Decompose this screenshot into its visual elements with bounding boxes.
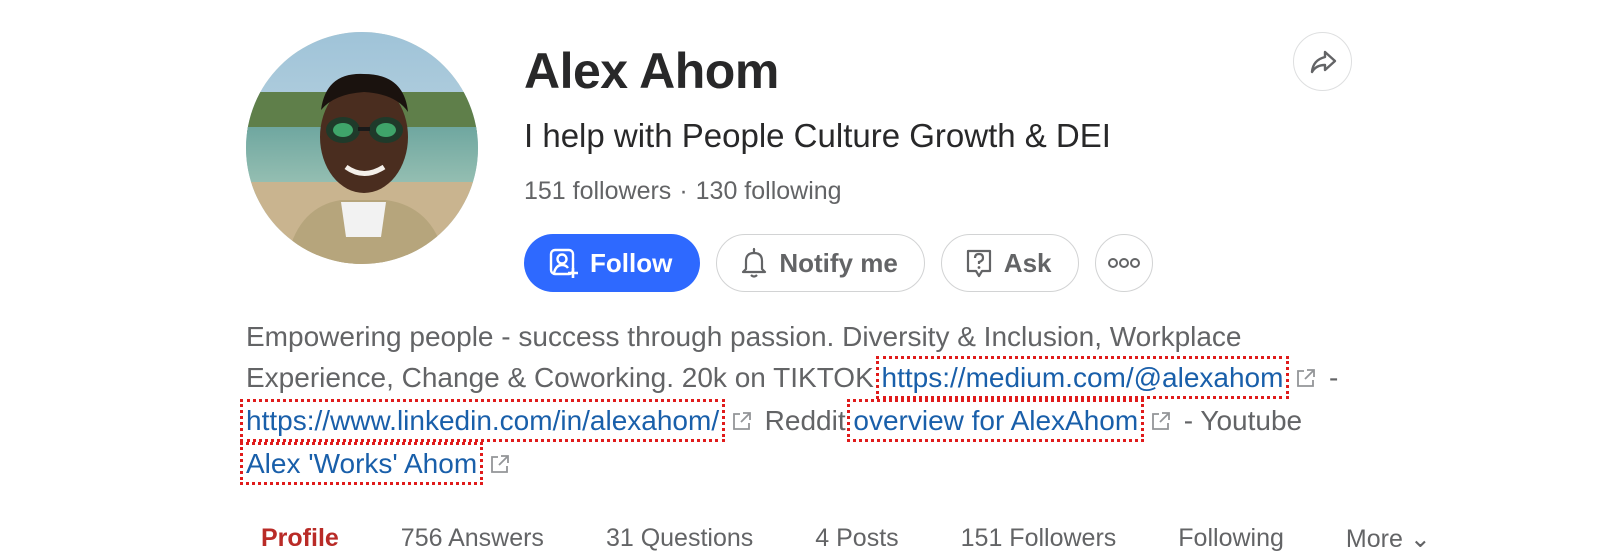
medium-link[interactable]: https://medium.com/@alexahom bbox=[875, 356, 1290, 399]
external-link-icon bbox=[731, 402, 753, 443]
share-button[interactable] bbox=[1293, 32, 1352, 91]
bio-separator: - bbox=[1329, 362, 1339, 393]
tab-profile[interactable]: Profile bbox=[246, 524, 354, 554]
profile-bio: Empowering people - success through pass… bbox=[239, 316, 1356, 486]
share-arrow-icon bbox=[1310, 50, 1336, 73]
profile-name: Alex Ahom bbox=[524, 43, 779, 99]
tab-questions[interactable]: 31 Questions bbox=[591, 524, 768, 554]
ask-button[interactable]: Ask bbox=[940, 234, 1079, 292]
external-link-icon bbox=[489, 445, 511, 486]
reddit-link[interactable]: overview for AlexAhom bbox=[847, 399, 1145, 442]
notify-button[interactable]: Notify me bbox=[716, 234, 925, 292]
avatar[interactable] bbox=[246, 32, 478, 264]
tab-followers[interactable]: 151 Followers bbox=[946, 524, 1132, 554]
bio-text: Reddit bbox=[764, 405, 846, 436]
more-dots-icon bbox=[1107, 258, 1140, 268]
bio-separator: - bbox=[1183, 405, 1194, 436]
external-link-icon bbox=[1150, 402, 1172, 443]
profile-tagline: I help with People Culture Growth & DEI bbox=[524, 117, 1111, 154]
youtube-link[interactable]: Alex 'Works' Ahom bbox=[239, 442, 484, 485]
external-link-icon bbox=[1295, 359, 1317, 400]
profile-tabs: Profile 756 Answers 31 Questions 4 Posts… bbox=[246, 524, 1446, 554]
stats-separator: · bbox=[679, 177, 688, 205]
avatar-photo bbox=[246, 32, 478, 264]
profile-page: Alex Ahom I help with People Culture Gro… bbox=[0, 0, 1600, 558]
profile-actions: Follow Notify me Ask bbox=[524, 234, 1153, 292]
tab-answers[interactable]: 756 Answers bbox=[386, 524, 559, 554]
follow-label: Follow bbox=[590, 247, 673, 278]
linkedin-link[interactable]: https://www.linkedin.com/in/alexahom/ bbox=[239, 399, 726, 442]
follow-button[interactable]: Follow bbox=[524, 234, 701, 292]
question-icon bbox=[966, 249, 991, 278]
more-options-button[interactable] bbox=[1094, 234, 1153, 292]
ask-label: Ask bbox=[1003, 247, 1052, 278]
following-link[interactable]: 130 following bbox=[696, 177, 842, 205]
tab-following[interactable]: Following bbox=[1163, 524, 1299, 554]
tab-more-label: More bbox=[1345, 525, 1403, 553]
notify-label: Notify me bbox=[779, 247, 898, 278]
chevron-down-icon: ⌄ bbox=[1409, 525, 1431, 553]
follow-stats: 151 followers · 130 following bbox=[524, 177, 842, 206]
followers-link[interactable]: 151 followers bbox=[524, 177, 671, 205]
tab-posts[interactable]: 4 Posts bbox=[800, 524, 913, 554]
tab-more[interactable]: More ⌄ bbox=[1331, 524, 1446, 554]
bio-text: Youtube bbox=[1200, 405, 1303, 436]
add-user-icon bbox=[549, 248, 578, 278]
bell-icon bbox=[742, 247, 767, 278]
